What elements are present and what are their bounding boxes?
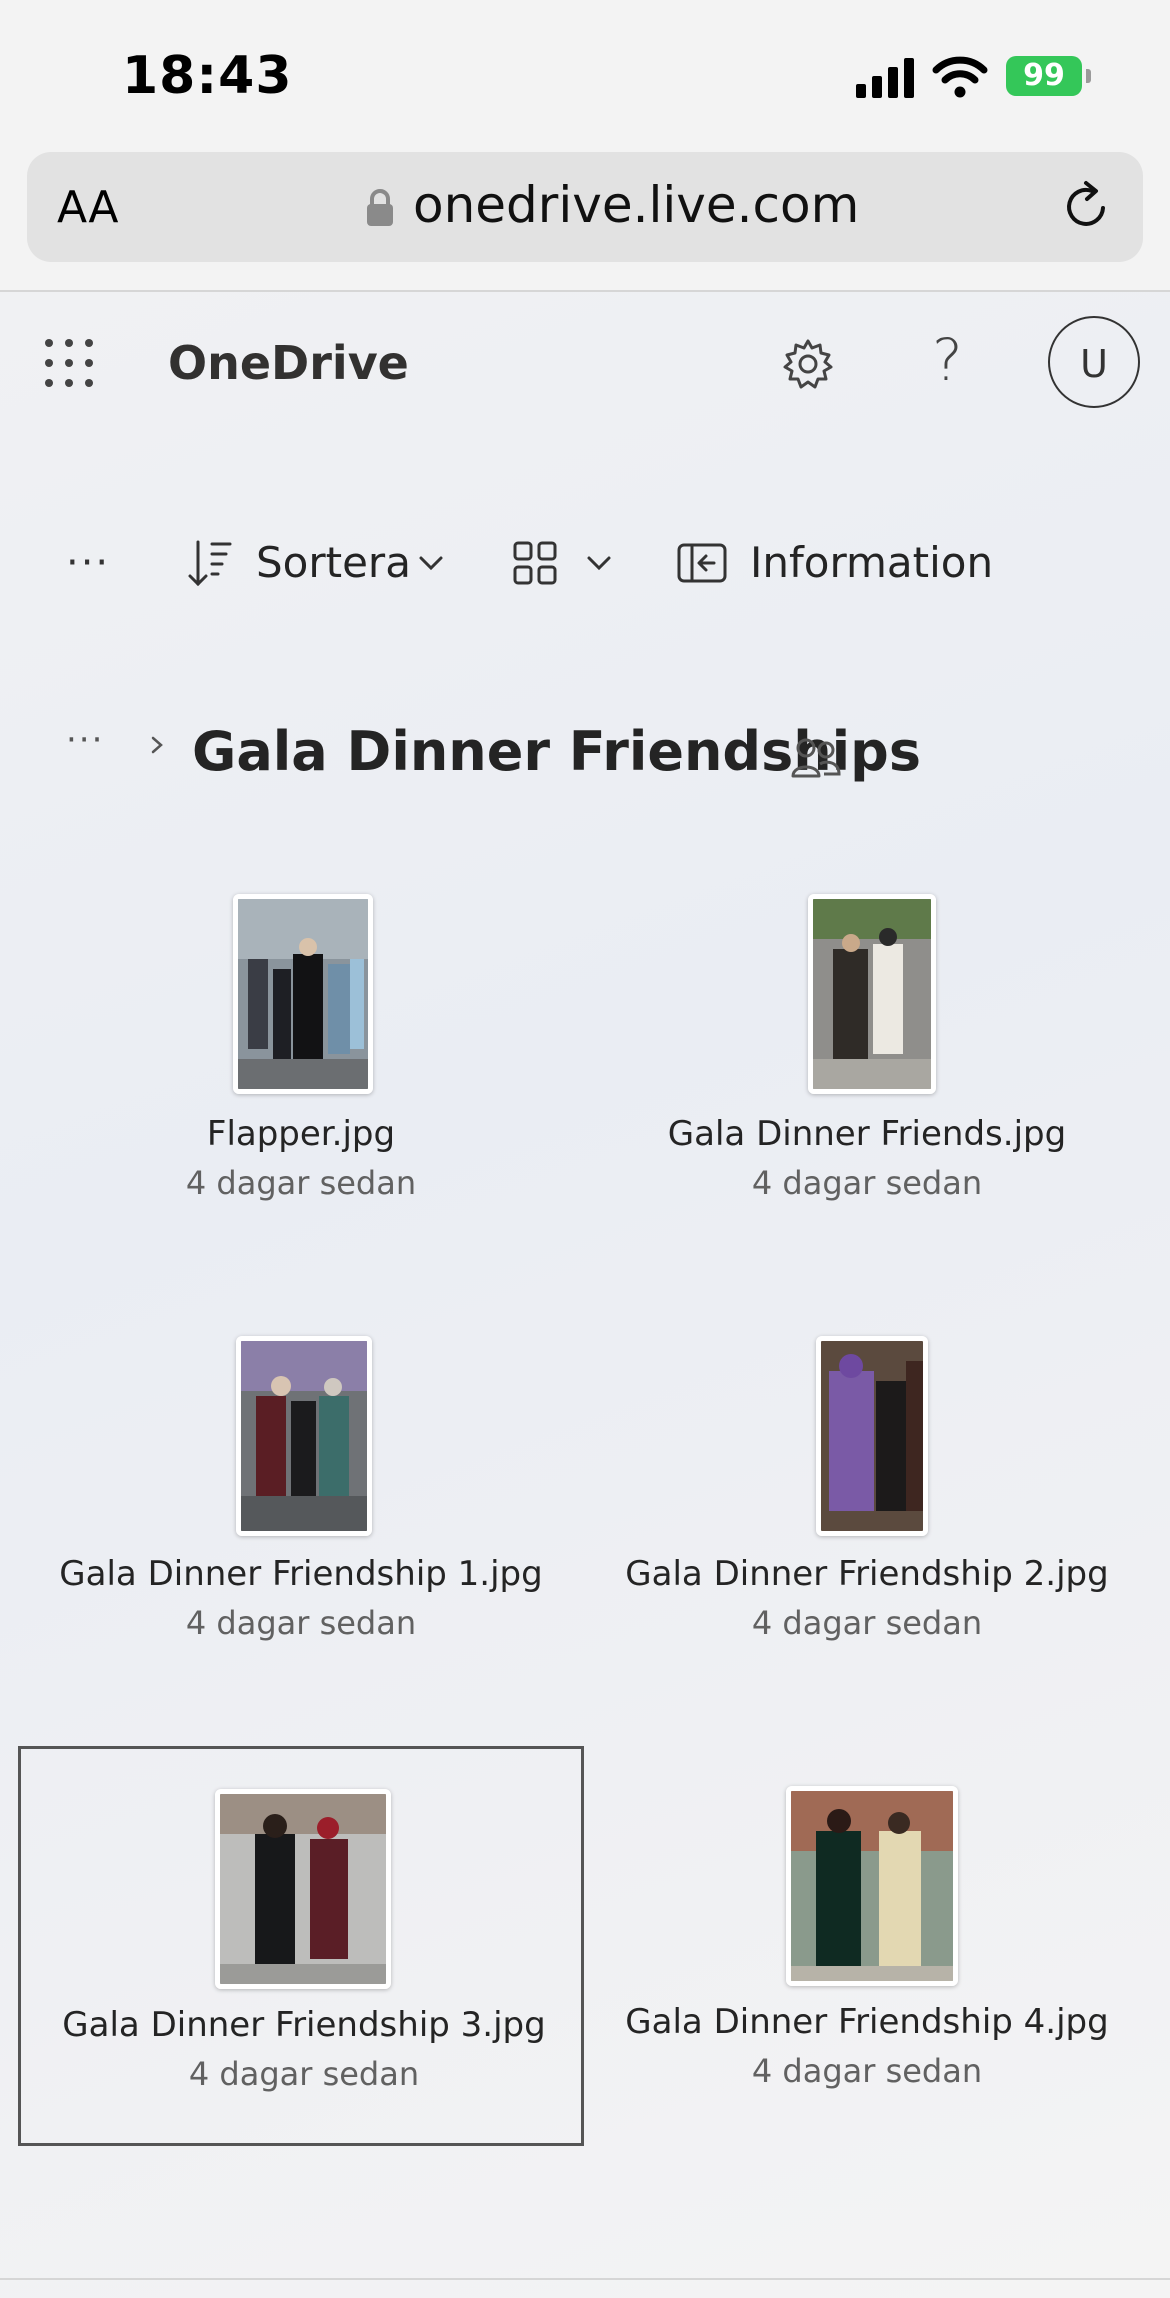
file-modified: 4 dagar sedan bbox=[751, 2052, 983, 2090]
information-button[interactable]: Information bbox=[750, 538, 993, 587]
file-thumbnail[interactable] bbox=[233, 894, 373, 1094]
file-modified: 4 dagar sedan bbox=[751, 1604, 983, 1642]
file-name[interactable]: Gala Dinner Friendship 1.jpg bbox=[18, 1554, 584, 1594]
battery-icon: 99 bbox=[1006, 56, 1092, 98]
status-bar: 18:43 99 bbox=[0, 0, 1170, 150]
battery-level: 99 bbox=[1006, 56, 1082, 96]
signal-icon bbox=[856, 58, 914, 98]
reload-icon[interactable] bbox=[1059, 178, 1115, 234]
chevron-down-icon[interactable] bbox=[584, 548, 614, 578]
chevron-right-icon bbox=[151, 736, 163, 754]
file-tile[interactable]: Gala Dinner Friends.jpg 4 dagar sedan bbox=[584, 882, 1150, 1282]
view-grid-icon[interactable] bbox=[512, 540, 558, 586]
bottom-divider bbox=[0, 2278, 1170, 2280]
file-thumbnail[interactable] bbox=[236, 1336, 372, 1536]
file-thumbnail[interactable] bbox=[215, 1789, 391, 1989]
help-button[interactable]: ? bbox=[932, 326, 963, 394]
file-name[interactable]: Gala Dinner Friends.jpg bbox=[584, 1114, 1150, 1154]
photo-image bbox=[238, 899, 368, 1089]
file-modified: 4 dagar sedan bbox=[185, 1604, 417, 1642]
file-tile-selected[interactable]: Gala Dinner Friendship 3.jpg 4 dagar sed… bbox=[18, 1746, 584, 2146]
chevron-down-icon[interactable] bbox=[416, 548, 446, 578]
file-name[interactable]: Gala Dinner Friendship 3.jpg bbox=[21, 2005, 587, 2045]
text-size-button[interactable]: AA bbox=[57, 182, 118, 233]
file-name[interactable]: Flapper.jpg bbox=[18, 1114, 584, 1154]
sort-icon[interactable] bbox=[186, 538, 232, 588]
file-thumbnail[interactable] bbox=[786, 1786, 958, 1986]
photo-image bbox=[813, 899, 931, 1089]
user-avatar[interactable]: U bbox=[1048, 316, 1140, 408]
file-modified: 4 dagar sedan bbox=[751, 1164, 983, 1202]
url-text[interactable]: onedrive.live.com bbox=[413, 176, 859, 234]
file-modified: 4 dagar sedan bbox=[188, 2055, 420, 2093]
wifi-icon bbox=[932, 56, 988, 98]
browser-address-bar[interactable]: AA onedrive.live.com bbox=[27, 152, 1143, 262]
file-modified: 4 dagar sedan bbox=[185, 1164, 417, 1202]
file-tile[interactable]: Gala Dinner Friendship 1.jpg 4 dagar sed… bbox=[18, 1322, 584, 1722]
sort-button[interactable]: Sortera bbox=[256, 538, 411, 587]
app-launcher-icon[interactable] bbox=[44, 338, 94, 388]
file-tile[interactable]: Gala Dinner Friendship 4.jpg 4 dagar sed… bbox=[584, 1746, 1150, 2146]
file-name[interactable]: Gala Dinner Friendship 4.jpg bbox=[584, 2002, 1150, 2042]
file-thumbnail[interactable] bbox=[808, 894, 936, 1094]
file-thumbnail[interactable] bbox=[816, 1336, 928, 1536]
photo-image bbox=[241, 1341, 367, 1531]
photo-image bbox=[791, 1791, 953, 1981]
lock-icon bbox=[367, 189, 393, 226]
onedrive-app: OneDrive ? U ··· Sortera Information ···… bbox=[0, 292, 1170, 2298]
file-tile[interactable]: Gala Dinner Friendship 2.jpg 4 dagar sed… bbox=[584, 1322, 1150, 1722]
text-size-label: AA bbox=[57, 182, 119, 233]
file-tile[interactable]: Flapper.jpg 4 dagar sedan bbox=[18, 882, 584, 1282]
status-time: 18:43 bbox=[122, 46, 293, 106]
shared-people-icon[interactable] bbox=[790, 734, 842, 782]
file-name[interactable]: Gala Dinner Friendship 2.jpg bbox=[584, 1554, 1150, 1594]
toolbar-more-button[interactable]: ··· bbox=[66, 540, 110, 586]
app-title[interactable]: OneDrive bbox=[168, 336, 409, 390]
info-pane-icon[interactable] bbox=[676, 542, 728, 584]
breadcrumb-more-button[interactable]: ··· bbox=[66, 720, 104, 760]
settings-icon[interactable] bbox=[780, 336, 836, 392]
photo-image bbox=[220, 1794, 386, 1984]
photo-image bbox=[821, 1341, 923, 1531]
